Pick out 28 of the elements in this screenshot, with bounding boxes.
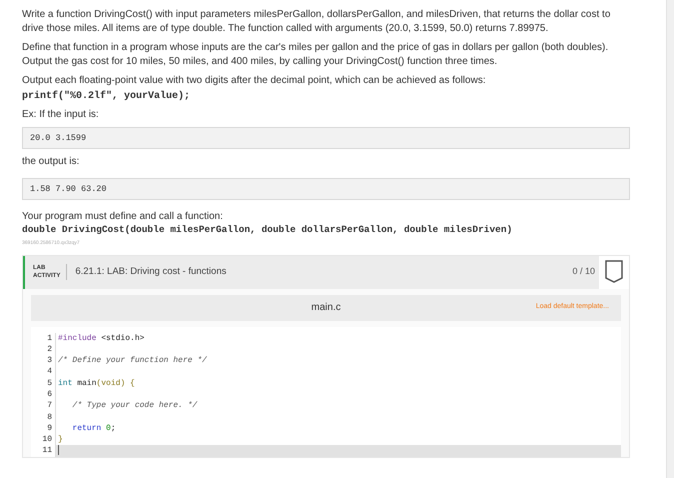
code-token: 0 [105,424,111,433]
code-editor[interactable]: 1 #include <stdio.h> 2 3 /* Define your function here */ 4 5 int main(void) { 6 7 /* Type your code here. */ 8 9 return 0; 10 } 11 [31,326,621,457]
code-token: return [71,424,102,433]
code-snippet: printf("%0.2lf", yourValue); [22,90,192,102]
code-token: int [58,378,72,388]
example-input-box: 20.0 3.1599 [22,126,630,148]
code-token: main [76,378,96,388]
lab-title: 6.21.1: LAB: Driving cost - functions [75,264,226,279]
code-token: <stdio.h> [100,334,144,342]
instruction-paragraph: Write a function DrivingCost() with input parameters milesPerGallon, dollarsPerGallon, and milesDriven, that returns the dollar cost to drive those miles. All items are of type double. The function called with arguments (20.0, 3.1599, 50.0) returns 7.89975. [22,8,612,35]
file-name: main.c [311,301,341,315]
code-token: } [58,435,63,444]
instruction-paragraph: Output each floating-point value with two digits after the decimal point, which can be achieved as follows: [22,74,487,88]
instruction-paragraph: Define that function in a program whose inputs are the car's miles per gallon and the price of gas in dollars per gallon (both doubles). Output the gas cost for 10 miles, 50 miles, and 400 miles, by calling your DrivingCost() function three times. [22,41,610,68]
example-output-box: 1.58 7.90 63.20 [22,178,630,200]
output-label: the output is: [22,154,80,168]
code-token: /* Define your function here */ [58,356,207,366]
requirement-text: Your program must define and call a function: [22,210,224,222]
code-token: ; [110,424,116,433]
text-cursor [58,445,59,456]
function-signature: double DrivingCost(double milesPerGallon, double dollarsPerGallon, double milesDriven) [22,222,514,236]
scrollbar-track[interactable] [666,0,674,478]
lab-score: 0 / 10 [572,265,595,278]
code-token: (void) { [96,378,135,388]
code-token: /* Type your code here. */ [71,401,198,410]
example-label: Ex: If the input is: [22,108,100,120]
code-token: #include [58,334,96,342]
badge-icon [604,259,624,285]
